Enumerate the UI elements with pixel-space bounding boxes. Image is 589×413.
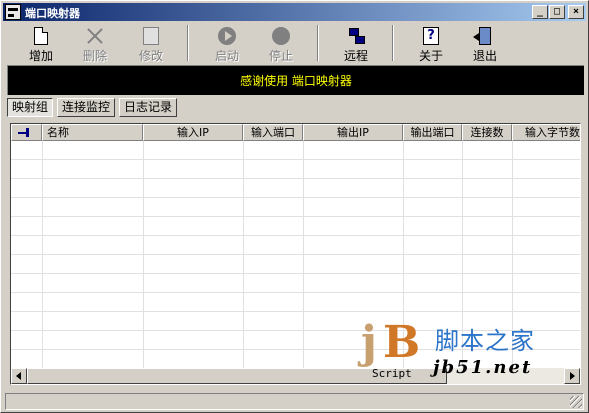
about-button[interactable]: ? 关于: [405, 25, 457, 63]
edit-label: 修改: [138, 49, 163, 63]
table-header: 名称 输入IP 输入端口 输出IP 输出端口 连接数 输入字节数: [11, 124, 580, 141]
watermark-script: Script: [372, 367, 412, 380]
watermark-logo: j B: [361, 319, 421, 369]
network-icon: [346, 27, 366, 45]
pin-icon: [18, 128, 32, 137]
table-row[interactable]: [11, 236, 580, 255]
tab-connection-monitor[interactable]: 连接监控: [57, 98, 116, 117]
table-row[interactable]: [11, 179, 580, 198]
add-button[interactable]: 增加: [15, 25, 67, 63]
status-bar: [5, 393, 584, 410]
remote-label: 远程: [343, 49, 368, 63]
column-header-connections[interactable]: 连接数: [462, 124, 512, 141]
play-icon: [218, 27, 236, 45]
add-label: 增加: [28, 49, 53, 63]
table-row[interactable]: [11, 217, 580, 236]
column-header-input-bytes[interactable]: 输入字节数: [512, 124, 580, 141]
minimize-button[interactable]: _: [532, 5, 548, 19]
table-row[interactable]: [11, 293, 580, 312]
column-header-input-ip[interactable]: 输入IP: [143, 124, 243, 141]
column-divider: [303, 141, 304, 370]
window-title: 端口映射器: [25, 7, 80, 20]
column-divider: [243, 141, 244, 370]
about-label: 关于: [418, 49, 443, 63]
column-divider: [143, 141, 144, 370]
toolbar-separator: [392, 25, 394, 61]
delete-button[interactable]: 删除: [69, 25, 121, 63]
stop-label: 停止: [268, 49, 293, 63]
scroll-right-button[interactable]: [564, 368, 580, 384]
exit-door-icon: [473, 27, 491, 45]
column-header-output-port[interactable]: 输出端口: [403, 124, 462, 141]
column-header-output-ip[interactable]: 输出IP: [303, 124, 403, 141]
title-bar[interactable]: 端口映射器 _ □ ×: [3, 3, 586, 21]
column-header-input-port[interactable]: 输入端口: [243, 124, 303, 141]
watermark-site-url: jb51.net: [433, 357, 533, 378]
new-document-icon: [34, 27, 48, 45]
resize-grip[interactable]: [570, 396, 582, 408]
tab-log[interactable]: 日志记录: [119, 98, 178, 117]
toolbar-separator: [187, 25, 189, 61]
watermark-site-name: 脚本之家: [435, 327, 535, 355]
column-divider: [42, 141, 43, 370]
exit-button[interactable]: 退出: [459, 25, 511, 63]
toolbar: 增加 删除 修改 启动 停止 远程 ? 关于 退出: [3, 23, 586, 63]
app-icon[interactable]: [5, 4, 21, 20]
stop-button[interactable]: 停止: [255, 25, 307, 63]
scroll-left-button[interactable]: [11, 368, 27, 384]
close-button[interactable]: ×: [568, 5, 584, 19]
remote-button[interactable]: 远程: [330, 25, 382, 63]
delete-label: 删除: [82, 49, 107, 63]
start-label: 启动: [214, 49, 239, 63]
column-header-name[interactable]: 名称: [42, 124, 143, 141]
tab-mapping-group[interactable]: 映射组: [7, 98, 54, 117]
table-row[interactable]: [11, 274, 580, 293]
exit-label: 退出: [472, 49, 497, 63]
watermark-logo-b: B: [383, 317, 421, 368]
welcome-banner: 感谢使用 端口映射器: [7, 65, 584, 95]
edit-button[interactable]: 修改: [125, 25, 177, 63]
table-row[interactable]: [11, 198, 580, 217]
delete-icon: [85, 27, 105, 45]
start-button[interactable]: 启动: [201, 25, 253, 63]
table-row[interactable]: [11, 141, 580, 160]
pin-column-header[interactable]: [11, 124, 42, 141]
watermark-logo-j: j: [361, 317, 377, 368]
toolbar-separator: [317, 25, 319, 61]
table-row[interactable]: [11, 160, 580, 179]
help-icon: ?: [423, 27, 439, 45]
main-window: 端口映射器 _ □ × 增加 删除 修改 启动 停止 远程 ? 关于 退出 感谢…: [0, 0, 589, 413]
maximize-button[interactable]: □: [549, 5, 565, 19]
stop-icon: [272, 27, 290, 45]
edit-icon: [143, 27, 159, 45]
table-row[interactable]: [11, 255, 580, 274]
